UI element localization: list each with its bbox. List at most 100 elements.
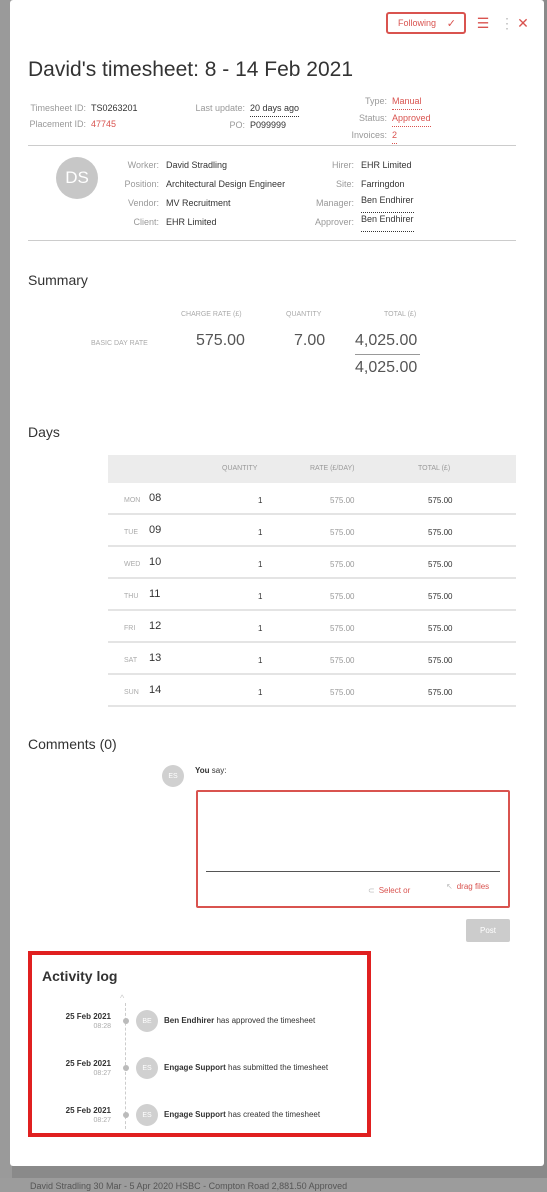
- day-name: TUE: [124, 529, 138, 536]
- timeline-dot: [123, 1018, 129, 1024]
- site-label: Site:: [335, 179, 354, 189]
- hirer-value: EHR Limited: [361, 160, 412, 170]
- day-quantity: 1: [258, 592, 263, 601]
- invoices-link[interactable]: 2: [392, 127, 398, 144]
- day-rate: 575.00: [330, 656, 355, 665]
- check-icon: ✓: [446, 17, 456, 30]
- day-quantity: 1: [258, 688, 263, 697]
- divider: [28, 240, 516, 241]
- close-icon[interactable]: ✕: [516, 16, 530, 30]
- more-icon[interactable]: ⋮: [500, 16, 514, 30]
- timeline-dot: [123, 1065, 129, 1071]
- day-quantity: 1: [258, 528, 263, 537]
- activity-text: Engage Support has created the timesheet: [164, 1110, 320, 1119]
- table-row: WED 10 1 575.00 575.00: [108, 547, 516, 579]
- following-label: Following: [398, 18, 437, 28]
- day-total: 575.00: [428, 528, 453, 537]
- last-update-label: Last update:: [195, 103, 245, 113]
- list-item: 25 Feb 2021 08:27 ES Engage Support has …: [32, 1057, 367, 1081]
- approver-value[interactable]: Ben Endhirer: [361, 213, 414, 232]
- po-value: P099999: [250, 120, 287, 130]
- day-rate: 575.00: [330, 496, 355, 505]
- total-header: TOTAL (£): [384, 311, 417, 318]
- day-name: WED: [124, 561, 141, 568]
- activity-actor: Engage Support: [164, 1063, 226, 1072]
- activity-date: 25 Feb 2021: [65, 1059, 111, 1068]
- day-date: 13: [149, 652, 162, 664]
- grand-total-value: 4,025.00: [355, 359, 418, 376]
- days-table: QUANTITY RATE (£/DAY) TOTAL (£) MON 08 1…: [108, 455, 516, 707]
- day-total: 575.00: [428, 688, 453, 697]
- day-total: 575.00: [428, 624, 453, 633]
- divider: [28, 145, 516, 146]
- drag-label: drag files: [456, 882, 490, 891]
- activity-time: 08:27: [93, 1070, 111, 1077]
- total-value: 4,025.00: [355, 332, 418, 349]
- background-row: David Stradling 30 Mar - 5 Apr 2020 HSBC…: [0, 1178, 547, 1192]
- activity-date: 25 Feb 2021: [65, 1012, 111, 1021]
- page-title: David's timesheet: 8 - 14 Feb 2021: [28, 58, 354, 81]
- activity-actor: Ben Endhirer: [164, 1016, 215, 1025]
- status-label: Status:: [358, 113, 387, 123]
- day-name: THU: [124, 593, 139, 600]
- status-value[interactable]: Approved: [392, 110, 431, 127]
- activity-date: 25 Feb 2021: [65, 1106, 111, 1115]
- avatar: DS: [56, 157, 98, 199]
- avatar: ES: [162, 765, 184, 787]
- comment-input[interactable]: [206, 800, 500, 872]
- day-date: 11: [149, 588, 161, 600]
- day-total: 575.00: [428, 592, 453, 601]
- day-quantity: 1: [258, 496, 263, 505]
- activity-text: Ben Endhirer has approved the timesheet: [164, 1016, 315, 1025]
- last-update[interactable]: 20 days ago: [250, 100, 300, 117]
- worker-label: Worker:: [127, 160, 159, 170]
- quantity-header: QUANTITY: [286, 311, 322, 318]
- day-rate: 575.00: [330, 560, 355, 569]
- day-date: 08: [149, 492, 162, 504]
- manager-label: Manager:: [315, 198, 354, 208]
- days-total-header: TOTAL (£): [418, 465, 451, 472]
- day-rate: 575.00: [330, 624, 355, 633]
- table-row: MON 08 1 575.00 575.00: [108, 483, 516, 515]
- select-files-link[interactable]: ⊂ Select or: [368, 886, 410, 895]
- following-button[interactable]: Following ✓: [386, 12, 466, 34]
- avatar: BE: [136, 1010, 158, 1032]
- day-quantity: 1: [258, 624, 263, 633]
- total-divider: [355, 354, 420, 355]
- day-quantity: 1: [258, 656, 263, 665]
- people-left: Worker: David Stradling Position: Architec…: [108, 156, 285, 232]
- table-row: TUE 09 1 575.00 575.00: [108, 515, 516, 547]
- manager-value[interactable]: Ben Endhirer: [361, 194, 414, 213]
- people-right: Hirer: EHR Limited Site: Farringdon Manage…: [300, 156, 414, 232]
- day-total: 575.00: [428, 496, 453, 505]
- day-name: SAT: [124, 657, 138, 664]
- activity-actor: Engage Support: [164, 1110, 226, 1119]
- say-label: say:: [211, 766, 227, 775]
- charge-rate-header: CHARGE RATE (£): [181, 311, 242, 318]
- table-row: SAT 13 1 575.00 575.00: [108, 643, 516, 675]
- type-label: Type:: [364, 96, 387, 106]
- worker-value: David Stradling: [166, 160, 228, 170]
- you-say-label: You say:: [195, 766, 226, 775]
- activity-action: has submitted the timesheet: [228, 1063, 329, 1072]
- activity-time: 08:28: [93, 1023, 111, 1030]
- chevron-up-icon: ^: [120, 993, 125, 1003]
- comment-box: ⊂ Select or ↖ drag files: [196, 790, 510, 908]
- you-label: You: [195, 766, 210, 775]
- drag-icon: ↖: [446, 882, 453, 891]
- post-button[interactable]: Post: [466, 919, 510, 942]
- placement-id-link[interactable]: 47745: [91, 116, 116, 132]
- timesheet-modal: Following ✓ ☰ ⋮ ✕ David's timesheet: 8 -…: [10, 0, 544, 1166]
- day-date: 10: [149, 556, 162, 568]
- day-total: 575.00: [428, 560, 453, 569]
- table-row: FRI 12 1 575.00 575.00: [108, 611, 516, 643]
- modal-toolbar: Following ✓ ☰ ⋮ ✕: [386, 12, 530, 34]
- activity-log: Activity log ^ 25 Feb 2021 08:28 BE Ben …: [28, 951, 371, 1137]
- activity-title: Activity log: [42, 968, 118, 984]
- type-value[interactable]: Manual: [392, 93, 422, 110]
- day-date: 14: [149, 684, 162, 696]
- menu-icon[interactable]: ☰: [476, 16, 490, 30]
- drag-files-link[interactable]: ↖ drag files: [446, 882, 489, 891]
- po-label: PO:: [229, 120, 245, 130]
- quantity-value: 7.00: [294, 332, 326, 349]
